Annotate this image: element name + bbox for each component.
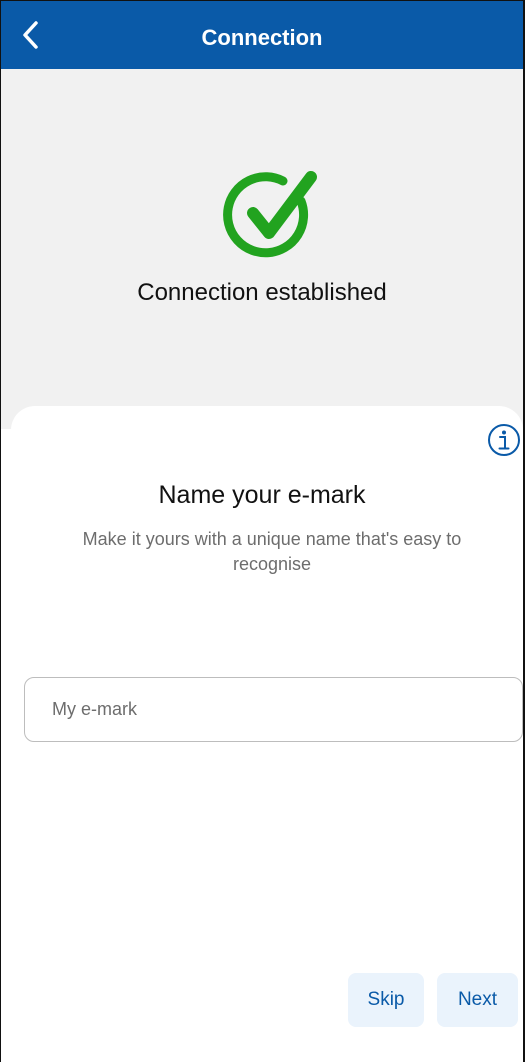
name-input[interactable]	[25, 678, 522, 741]
page-title: Connection	[201, 25, 323, 50]
name-field	[24, 677, 523, 742]
top-app-bar: Connection	[1, 1, 523, 69]
app-screen: Connection Connection established Name y…	[0, 0, 525, 1062]
info-icon[interactable]	[487, 423, 521, 457]
connection-status-text: Connection established	[137, 279, 387, 306]
sheet-heading: Name your e-mark	[158, 481, 366, 509]
skip-button[interactable]: Skip	[348, 973, 424, 1027]
sheet-subtitle: Make it yours with a unique name that's …	[82, 529, 462, 574]
check-circle-icon	[223, 171, 317, 258]
next-button[interactable]: Next	[437, 973, 518, 1027]
